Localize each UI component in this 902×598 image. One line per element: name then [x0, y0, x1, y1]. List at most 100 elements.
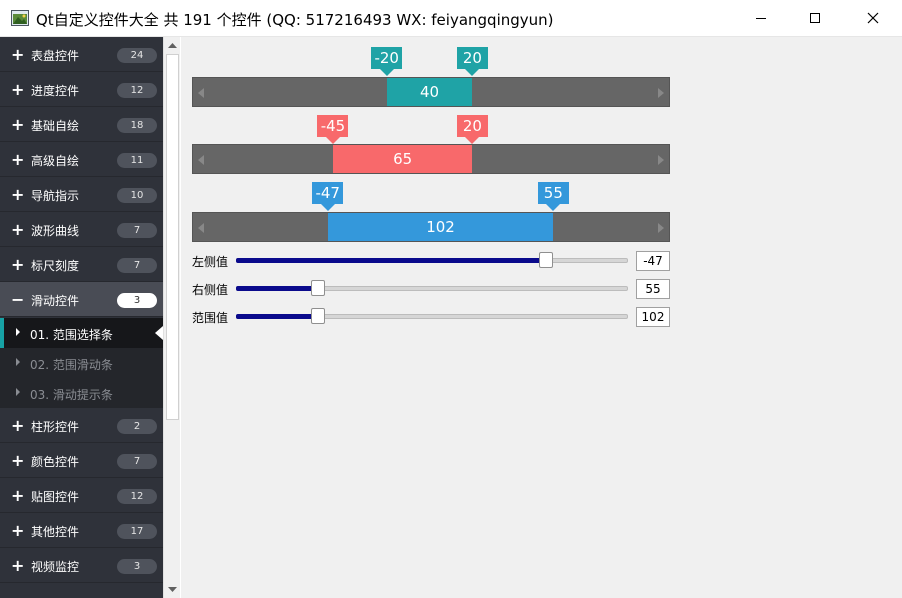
caret-right-icon	[16, 328, 20, 336]
sidebar-item-other[interactable]: + 其他控件 17	[0, 513, 163, 548]
sidebar-subitem-slide-tip[interactable]: 03. 滑动提示条	[0, 378, 163, 408]
count-badge: 2	[117, 419, 157, 434]
arrow-down-icon	[168, 586, 177, 592]
left-value-tip: -47	[312, 182, 344, 204]
sidebar-item-texture[interactable]: + 贴图控件 12	[0, 478, 163, 513]
expand-icon: +	[11, 521, 25, 540]
sidebar-item-ruler[interactable]: + 标尺刻度 7	[0, 247, 163, 282]
count-badge: 12	[117, 83, 157, 98]
caret-right-icon	[16, 358, 20, 366]
selection-indicator	[0, 318, 4, 348]
sidebar-scrollbar[interactable]	[163, 37, 180, 598]
slider-fill	[236, 258, 546, 263]
left-value-tip: -45	[317, 115, 349, 137]
right-value-tip: 55	[537, 182, 569, 204]
count-badge: 7	[117, 223, 157, 238]
count-badge: 18	[117, 118, 157, 133]
minimize-icon	[756, 18, 766, 19]
slider-handle[interactable]	[311, 308, 326, 324]
main-panel: 40 -20 20 65 -45 20 102 -47 55 左侧值 -47 右…	[181, 37, 902, 598]
count-badge: 7	[117, 454, 157, 469]
sidebar-subitem-range-select[interactable]: 01. 范围选择条	[0, 318, 163, 348]
close-button[interactable]	[850, 0, 896, 36]
sidebar-item-advanced-draw[interactable]: + 高级自绘 11	[0, 142, 163, 177]
range-bar-3[interactable]: 102	[192, 212, 670, 242]
sidebar-item-label: 其他控件	[31, 525, 80, 539]
sidebar-item-label: 颜色控件	[31, 455, 80, 469]
count-badge: 3	[117, 293, 157, 308]
scroll-up-button[interactable]	[164, 37, 181, 54]
sidebar-item-label: 滑动控件	[31, 294, 80, 308]
left-value-label: 左侧值	[192, 255, 229, 269]
tip-pointer	[546, 204, 561, 211]
count-badge: 10	[117, 188, 157, 203]
sidebar-item-dial[interactable]: + 表盘控件 24	[0, 37, 163, 72]
tip-pointer	[325, 137, 340, 144]
arrow-left-icon	[198, 88, 204, 98]
range-fill[interactable]: 102	[327, 213, 554, 241]
maximize-button[interactable]	[792, 0, 838, 36]
sidebar-item-video[interactable]: + 视频监控 3	[0, 548, 163, 583]
arrow-right-icon	[658, 88, 664, 98]
range-bar-1[interactable]: 40	[192, 77, 670, 107]
minimize-button[interactable]	[738, 0, 784, 36]
sidebar-item-label: 波形曲线	[31, 224, 80, 238]
close-icon	[867, 12, 879, 24]
sidebar-item-label: 标尺刻度	[31, 259, 80, 273]
arrow-left-icon	[198, 155, 204, 165]
app-icon	[11, 10, 29, 26]
window-title: Qt自定义控件大全 共 191 个控件 (QQ: 517216493 WX: f…	[36, 11, 554, 29]
sidebar-item-label: 贴图控件	[31, 490, 80, 504]
expand-icon: +	[11, 185, 25, 204]
sidebar-item-slider[interactable]: − 滑动控件 3	[0, 282, 163, 317]
title-bar: Qt自定义控件大全 共 191 个控件 (QQ: 517216493 WX: f…	[0, 0, 902, 37]
count-badge: 24	[117, 48, 157, 63]
range-fill[interactable]: 65	[332, 145, 473, 173]
sidebar-nav: + 表盘控件 24 + 进度控件 12 + 基础自绘 18 + 高级自绘 11 …	[0, 37, 163, 598]
sidebar-item-label: 基础自绘	[31, 119, 80, 133]
arrow-up-icon	[168, 42, 177, 48]
tip-pointer	[465, 137, 480, 144]
slider-handle[interactable]	[538, 252, 553, 268]
sidebar-item-partial[interactable]	[0, 583, 163, 598]
slider-fill	[236, 286, 319, 291]
range-value-label: 范围值	[192, 311, 229, 325]
sidebar-item-label: 表盘控件	[31, 49, 80, 63]
slider-handle[interactable]	[311, 280, 326, 296]
scroll-down-button[interactable]	[164, 581, 181, 598]
left-value-tip: -20	[371, 47, 403, 69]
sidebar-item-progress[interactable]: + 进度控件 12	[0, 72, 163, 107]
sidebar-item-waveform[interactable]: + 波形曲线 7	[0, 212, 163, 247]
expand-icon: +	[11, 255, 25, 274]
count-badge: 3	[117, 559, 157, 574]
sidebar-subitem-range-slide[interactable]: 02. 范围滑动条	[0, 348, 163, 378]
sidebar-item-navigation[interactable]: + 导航指示 10	[0, 177, 163, 212]
count-badge: 17	[117, 524, 157, 539]
sidebar-item-label: 高级自绘	[31, 154, 80, 168]
expand-icon: +	[11, 45, 25, 64]
expand-icon: +	[11, 80, 25, 99]
sidebar-item-label: 柱形控件	[31, 420, 80, 434]
arrow-right-icon	[658, 155, 664, 165]
sidebar-item-color[interactable]: + 颜色控件 7	[0, 443, 163, 478]
count-badge: 11	[117, 153, 157, 168]
right-value-tip: 20	[456, 47, 488, 69]
left-value-spinbox[interactable]: -47	[636, 251, 670, 271]
expand-icon: +	[11, 115, 25, 134]
collapse-icon: −	[11, 290, 25, 309]
range-fill[interactable]: 40	[386, 78, 473, 106]
right-value-spinbox[interactable]: 55	[636, 279, 670, 299]
range-bar-2[interactable]: 65	[192, 144, 670, 174]
expand-icon: +	[11, 416, 25, 435]
scroll-thumb[interactable]	[166, 54, 179, 420]
sidebar-item-bar[interactable]: + 柱形控件 2	[0, 408, 163, 443]
sidebar-item-basic-draw[interactable]: + 基础自绘 18	[0, 107, 163, 142]
range-value-spinbox[interactable]: 102	[636, 307, 670, 327]
expand-icon: +	[11, 220, 25, 239]
sidebar-item-label: 导航指示	[31, 189, 80, 203]
arrow-left-icon	[198, 223, 204, 233]
right-value-label: 右侧值	[192, 283, 229, 297]
sidebar-subitem-label: 02. 范围滑动条	[30, 358, 113, 372]
expand-icon: +	[11, 150, 25, 169]
tip-pointer	[379, 69, 394, 76]
